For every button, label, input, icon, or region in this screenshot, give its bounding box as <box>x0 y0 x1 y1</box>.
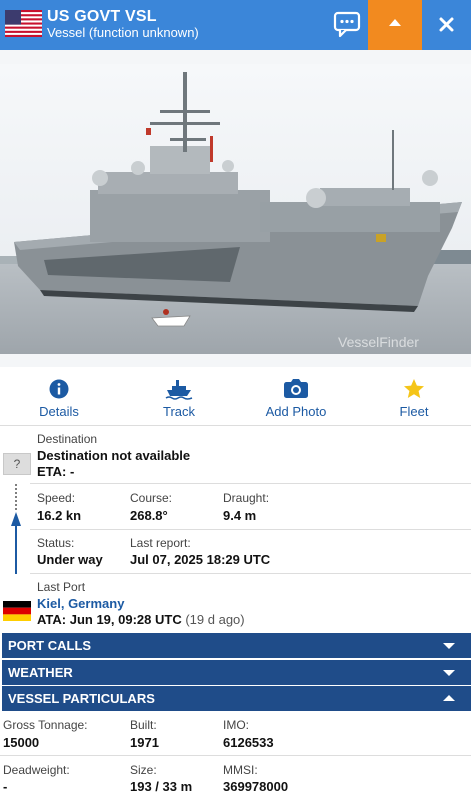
caret-up-icon <box>389 19 401 26</box>
speed-label: Speed: <box>37 491 76 505</box>
destination-label: Destination <box>37 432 98 446</box>
divider <box>30 573 471 574</box>
divider <box>0 755 471 756</box>
divider <box>30 483 471 484</box>
collapse-button[interactable] <box>368 0 422 50</box>
close-icon <box>439 17 454 32</box>
vessel-type: Vessel (function unknown) <box>47 25 199 40</box>
chevron-down-icon <box>443 643 455 649</box>
destination-value: Destination not available <box>37 448 191 463</box>
destination-unknown-badge: ? <box>3 453 31 475</box>
eta-value: ETA: - <box>37 464 75 479</box>
last-port-label: Last Port <box>37 580 86 594</box>
draught-value: 9.4 m <box>223 508 257 523</box>
imo-value: 6126533 <box>223 735 274 750</box>
gross-tonnage-label: Gross Tonnage: <box>3 718 88 732</box>
chevron-down-icon <box>443 670 455 676</box>
section-weather-label: WEATHER <box>8 665 73 680</box>
last-port-link[interactable]: Kiel, Germany <box>37 596 124 611</box>
info-icon <box>49 379 69 399</box>
deadweight-value: - <box>3 779 8 794</box>
draught-label: Draught: <box>223 491 270 505</box>
action-row: Details Track Add Photo Fleet <box>0 368 471 426</box>
size-value: 193 / 33 m <box>130 779 193 794</box>
add-photo-label: Add Photo <box>265 404 327 419</box>
built-label: Built: <box>130 718 157 732</box>
vessel-name: US GOVT VSL <box>47 8 157 25</box>
camera-icon <box>284 379 308 398</box>
section-port-calls-label: PORT CALLS <box>8 638 92 653</box>
mmsi-label: MMSI: <box>223 763 258 777</box>
vessel-particulars-panel: Gross Tonnage: 15000 Built: 1971 IMO: 61… <box>0 711 471 800</box>
section-weather[interactable]: WEATHER <box>2 660 471 685</box>
divider <box>30 529 471 530</box>
ata-time: ATA: Jun 19, 09:28 UTC <box>37 612 182 627</box>
built-value: 1971 <box>130 735 159 750</box>
status-label: Status: <box>37 536 75 550</box>
chat-icon <box>333 11 361 38</box>
last-report-value: Jul 07, 2025 18:29 UTC <box>130 552 271 567</box>
close-button[interactable] <box>422 0 471 50</box>
fleet-label: Fleet <box>399 404 429 419</box>
ata-ago: (19 d ago) <box>185 612 245 627</box>
vessel-photo[interactable]: VesselFinder <box>0 50 471 367</box>
status-value: Under way <box>37 552 103 567</box>
section-vessel-particulars-label: VESSEL PARTICULARS <box>8 691 155 706</box>
details-button[interactable]: Details <box>30 378 88 419</box>
ata-value: ATA: Jun 19, 09:28 UTC (19 d ago) <box>37 612 245 627</box>
details-label: Details <box>39 404 79 419</box>
star-icon <box>404 379 424 398</box>
chevron-up-icon <box>443 695 455 701</box>
ship-icon <box>165 380 193 400</box>
us-flag-icon <box>5 10 42 37</box>
gross-tonnage-value: 15000 <box>3 735 40 750</box>
deadweight-label: Deadweight: <box>3 763 70 777</box>
route-connector-icon <box>11 484 21 574</box>
last-report-label: Last report: <box>130 536 191 550</box>
watermark: VesselFinder <box>338 334 419 350</box>
course-value: 268.8° <box>130 508 168 523</box>
chat-button[interactable] <box>332 10 362 38</box>
section-port-calls[interactable]: PORT CALLS <box>2 633 471 658</box>
size-label: Size: <box>130 763 157 777</box>
section-vessel-particulars[interactable]: VESSEL PARTICULARS <box>2 686 471 711</box>
speed-value: 16.2 kn <box>37 508 82 523</box>
mmsi-value: 369978000 <box>223 779 289 794</box>
track-button[interactable]: Track <box>148 378 210 419</box>
track-label: Track <box>162 404 196 419</box>
germany-flag-icon <box>3 601 31 621</box>
vessel-header: US GOVT VSL Vessel (function unknown) <box>0 0 471 50</box>
add-photo-button[interactable]: Add Photo <box>262 378 330 419</box>
course-label: Course: <box>130 491 173 505</box>
fleet-button[interactable]: Fleet <box>390 378 438 419</box>
imo-label: IMO: <box>223 718 249 732</box>
